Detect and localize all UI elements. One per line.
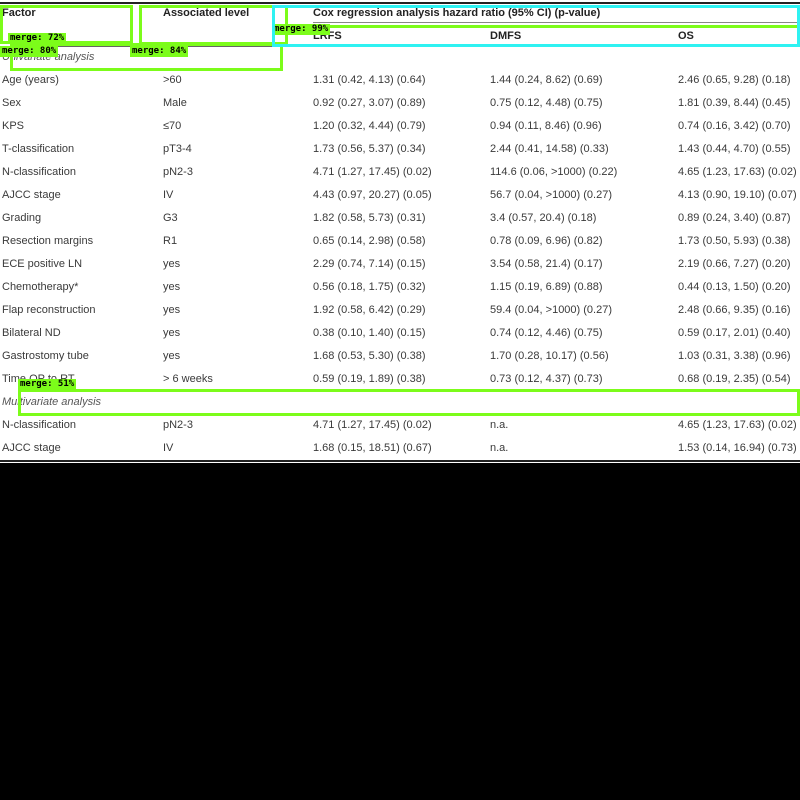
cell-lrfs: 1.82 (0.58, 5.73) (0.31) [313,212,426,224]
cell-level: yes [163,350,181,362]
cell-dmfs: 0.74 (0.12, 4.46) (0.75) [490,327,603,339]
cell-os: 1.53 (0.14, 16.94) (0.73) [678,442,797,454]
cell-lrfs: 4.43 (0.97, 20.27) (0.05) [313,189,432,201]
cell-lrfs: 1.68 (0.15, 18.51) (0.67) [313,442,432,454]
cell-lrfs: 1.20 (0.32, 4.44) (0.79) [313,120,426,132]
cell-level: IV [163,189,174,201]
overlay-label: merge: 84% [130,46,189,57]
cell-factor: T-classification [2,143,75,155]
cell-factor: Bilateral ND [2,327,61,339]
cell-factor: Flap reconstruction [2,304,96,316]
cell-os: 0.59 (0.17, 2.01) (0.40) [678,327,791,339]
cell-os: 0.44 (0.13, 1.50) (0.20) [678,281,791,293]
cell-dmfs: 0.94 (0.11, 8.46) (0.96) [490,120,602,132]
cell-lrfs: 1.73 (0.56, 5.37) (0.34) [313,143,426,155]
top-rule [0,2,800,4]
cell-dmfs: 1.70 (0.28, 10.17) (0.56) [490,350,609,362]
cell-lrfs: 1.92 (0.58, 6.42) (0.29) [313,304,426,316]
cell-dmfs: 1.44 (0.24, 8.62) (0.69) [490,74,603,86]
cell-factor: KPS [2,120,25,132]
cell-lrfs: 0.92 (0.27, 3.07) (0.89) [313,97,426,109]
cell-factor: Age (years) [2,74,59,86]
cell-factor: Gastrostomy tube [2,350,89,362]
cell-lrfs: 0.38 (0.10, 1.40) (0.15) [313,327,426,339]
cell-dmfs: 114.6 (0.06, >1000) (0.22) [490,166,618,178]
cell-dmfs: 0.75 (0.12, 4.48) (0.75) [490,97,603,109]
cell-level: Male [163,97,187,109]
cell-os: 2.48 (0.66, 9.35) (0.16) [678,304,791,316]
cell-factor: AJCC stage [2,442,61,454]
cell-factor: N-classification [2,419,76,431]
cell-dmfs: n.a. [490,419,509,431]
cell-level: pN2-3 [163,419,193,431]
cell-os: 4.13 (0.90, 19.10) (0.07) [678,189,797,201]
cell-dmfs: 0.73 (0.12, 4.37) (0.73) [490,373,603,385]
cell-os: 2.19 (0.66, 7.27) (0.20) [678,258,791,270]
cell-level: > 6 weeks [163,373,213,385]
cell-factor: ECE positive LN [2,258,83,270]
overlay-box [18,389,800,416]
cell-os: 1.03 (0.31, 3.38) (0.96) [678,350,791,362]
cell-dmfs: 3.54 (0.58, 21.4) (0.17) [490,258,603,270]
cell-level: yes [163,281,181,293]
cell-os: 1.43 (0.44, 4.70) (0.55) [678,143,791,155]
cell-factor: Chemotherapy* [2,281,79,293]
cell-os: 4.65 (1.23, 17.63) (0.02) [678,166,797,178]
cell-factor: AJCC stage [2,189,61,201]
cell-dmfs: 59.4 (0.04, >1000) (0.27) [490,304,612,316]
cell-dmfs: n.a. [490,442,509,454]
cell-level: pT3-4 [163,143,192,155]
cell-os: 1.81 (0.39, 8.44) (0.45) [678,97,791,109]
cell-os: 4.65 (1.23, 17.63) (0.02) [678,419,797,431]
cell-factor: N-classification [2,166,76,178]
cell-os: 0.89 (0.24, 3.40) (0.87) [678,212,791,224]
cell-factor: Resection margins [2,235,94,247]
cell-dmfs: 56.7 (0.04, >1000) (0.27) [490,189,612,201]
cell-level: G3 [163,212,178,224]
cell-lrfs: 4.71 (1.27, 17.45) (0.02) [313,419,432,431]
cell-level: IV [163,442,174,454]
cell-dmfs: 0.78 (0.09, 6.96) (0.82) [490,235,603,247]
cell-os: 2.46 (0.65, 9.28) (0.18) [678,74,791,86]
cell-lrfs: 4.71 (1.27, 17.45) (0.02) [313,166,432,178]
cell-dmfs: 3.4 (0.57, 20.4) (0.18) [490,212,597,224]
cell-factor: Grading [2,212,42,224]
cell-factor: Sex [2,97,21,109]
bottom-rule [0,460,800,462]
cell-dmfs: 1.15 (0.19, 6.89) (0.88) [490,281,603,293]
cell-lrfs: 2.29 (0.74, 7.14) (0.15) [313,258,426,270]
cell-level: yes [163,258,181,270]
cell-lrfs: 0.56 (0.18, 1.75) (0.32) [313,281,426,293]
cell-os: 0.68 (0.19, 2.35) (0.54) [678,373,791,385]
cell-level: yes [163,304,181,316]
cell-level: R1 [163,235,178,247]
cell-dmfs: 2.44 (0.41, 14.58) (0.33) [490,143,609,155]
cell-level: yes [163,327,181,339]
overlay-label: merge: 51% [18,379,77,390]
cell-lrfs: 1.68 (0.53, 5.30) (0.38) [313,350,426,362]
overlay-label: merge: 80% [0,46,59,57]
cell-level: pN2-3 [163,166,193,178]
cell-lrfs: 1.31 (0.42, 4.13) (0.64) [313,74,426,86]
cell-os: 1.73 (0.50, 5.93) (0.38) [678,235,791,247]
overlay-box [139,5,288,45]
cell-os: 0.74 (0.16, 3.42) (0.70) [678,120,791,132]
cell-level: ≤70 [163,120,182,132]
cell-level: >60 [163,74,182,86]
overlay-box [272,5,800,47]
cell-lrfs: 0.65 (0.14, 2.98) (0.58) [313,235,426,247]
cell-lrfs: 0.59 (0.19, 1.89) (0.38) [313,373,426,385]
